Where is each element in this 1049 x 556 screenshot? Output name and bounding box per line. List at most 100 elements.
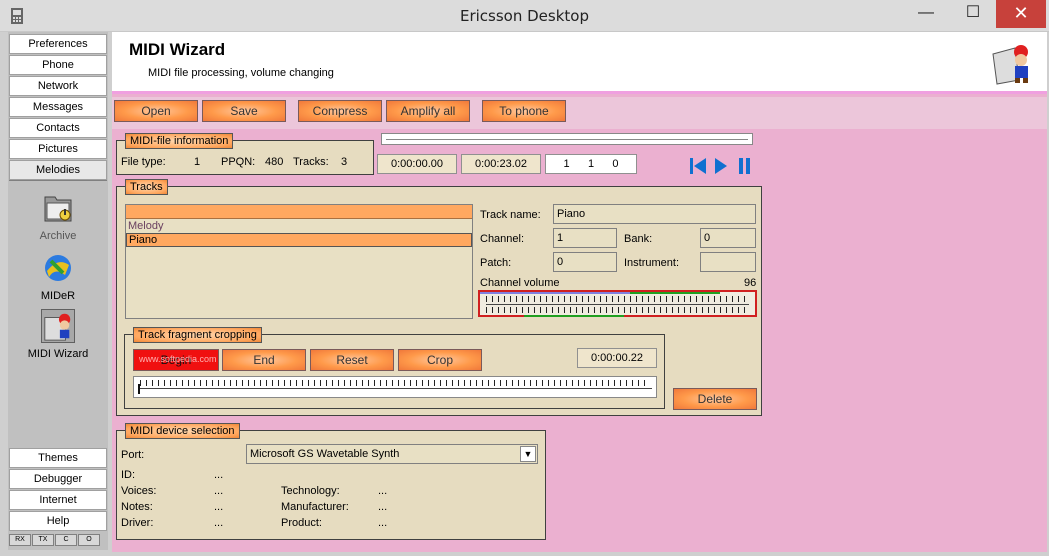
bank-label: Bank: [624,233,653,245]
tick-value: 0 [612,158,619,170]
manufacturer-label: Manufacturer: [281,501,349,513]
toolbar: Open Save Compress Amplify all To phone [112,97,1047,129]
nav-debugger[interactable]: Debugger [9,469,107,489]
technology-label: Technology: [281,485,340,497]
tool-archive[interactable]: Archive [9,191,107,242]
driver-label: Driver: [121,517,154,529]
beat-value: 1 [587,158,595,170]
duration-time: 0:00:23.02 [461,154,541,174]
open-button[interactable]: Open [114,100,198,122]
voices-value: ... [214,485,224,497]
play-icon[interactable] [714,157,728,175]
cropping-title: Track fragment cropping [133,327,262,343]
nav-pictures[interactable]: Pictures [9,139,107,159]
track-name-label: Track name: [480,209,541,221]
channel-field[interactable]: 1 [553,228,617,248]
file-type-label: File type: [121,156,166,168]
page-header: MIDI Wizard MIDI file processing, volume… [112,32,1047,94]
bar-value: 1 [563,158,570,170]
channel-label: Channel: [480,233,525,245]
nav-contacts[interactable]: Contacts [9,118,107,138]
file-info-title: MIDI-file information [125,133,234,149]
nav-melodies[interactable]: Melodies [9,160,107,180]
connection-status: RX TX C O [9,532,107,546]
page-subtitle: MIDI file processing, volume changing [148,67,334,79]
softpedia-watermark: www.softpedia.com [139,354,217,364]
position-time: 0:00:00.00 [377,154,457,174]
minimize-button[interactable]: — [903,0,949,28]
technology-value: ... [378,485,388,497]
tool-archive-label: Archive [39,230,77,242]
compress-button[interactable]: Compress [298,100,382,122]
melodies-tools-panel: Archive MIDeR MIDI Wizard [9,180,107,446]
ppqn-value: 480 [265,156,284,168]
reset-button[interactable]: Reset [310,349,394,371]
ppqn-label: PPQN: [221,156,256,168]
patch-field[interactable]: 0 [553,252,617,272]
device-selection-title: MIDI device selection [125,423,240,439]
file-info-group: MIDI-file information File type: 1 PPQN:… [116,133,374,175]
notes-label: Notes: [121,501,153,513]
chevron-down-icon[interactable]: ▼ [520,446,536,462]
delete-button[interactable]: Delete [673,388,757,410]
pause-icon[interactable] [738,157,752,175]
nav-messages[interactable]: Messages [9,97,107,117]
port-select[interactable]: Microsoft GS Wavetable Synth ▼ [246,444,538,464]
close-button[interactable]: ✕ [996,0,1046,28]
tracks-group: Tracks Melody Piano Track name: Piano Ch… [116,179,762,416]
crop-range-slider[interactable] [133,376,657,398]
track-name-field[interactable]: Piano [553,204,756,224]
channel-volume-slider[interactable] [478,290,757,317]
save-button[interactable]: Save [202,100,286,122]
tracks-list[interactable]: Melody Piano [125,204,473,319]
main-area: MIDI Wizard MIDI file processing, volume… [112,32,1047,552]
instrument-field[interactable] [700,252,756,272]
nav-themes[interactable]: Themes [9,448,107,468]
channel-volume-label: Channel volume [480,277,560,289]
skip-start-icon[interactable] [689,157,707,175]
midi-wizard-icon [41,309,75,343]
o-indicator: O [78,534,100,546]
id-label: ID: [121,469,136,481]
cropping-group: Track fragment cropping Begin www.softpe… [124,327,665,409]
product-label: Product: [281,517,322,529]
track-item-melody[interactable]: Melody [126,220,472,234]
tracks-title: Tracks [125,179,168,195]
track-item-piano[interactable]: Piano [126,233,472,247]
nav-phone[interactable]: Phone [9,55,107,75]
to-phone-button[interactable]: To phone [482,100,566,122]
id-value: ... [214,469,224,481]
end-button[interactable]: End [222,349,306,371]
track-item-header[interactable] [126,205,472,219]
crop-button[interactable]: Crop [398,349,482,371]
maximize-button[interactable]: ☐ [950,0,996,28]
port-label: Port: [121,449,145,461]
channel-volume-value: 96 [744,277,757,289]
tracks-count-label: Tracks: [293,156,329,168]
c-indicator: C [55,534,77,546]
nav-network[interactable]: Network [9,76,107,96]
playback-position-slider[interactable] [381,133,753,145]
product-value: ... [378,517,388,529]
archive-icon [44,196,72,222]
bar-beat-tick: 1 1 0 [545,154,637,174]
nav-preferences[interactable]: Preferences [9,34,107,54]
tool-mider[interactable]: MIDeR [9,251,107,302]
nav-help[interactable]: Help [9,511,107,531]
manufacturer-value: ... [378,501,388,513]
wizard-logo-icon [992,45,1028,85]
tracks-count-value: 3 [341,156,348,168]
driver-value: ... [214,517,224,529]
nav-internet[interactable]: Internet [9,490,107,510]
tool-midi-wizard[interactable]: MIDI Wizard [9,309,107,360]
bank-field[interactable]: 0 [700,228,756,248]
window-title: Ericsson Desktop [459,7,589,25]
file-type-value: 1 [194,156,201,168]
notes-value: ... [214,501,224,513]
port-value: Microsoft GS Wavetable Synth [250,448,400,460]
tool-mider-label: MIDeR [40,290,76,302]
instrument-label: Instrument: [624,257,680,269]
device-selection-group: MIDI device selection Port: Microsoft GS… [116,423,546,540]
amplify-all-button[interactable]: Amplify all [386,100,470,122]
title-bar: Ericsson Desktop — ☐ ✕ [0,0,1049,32]
